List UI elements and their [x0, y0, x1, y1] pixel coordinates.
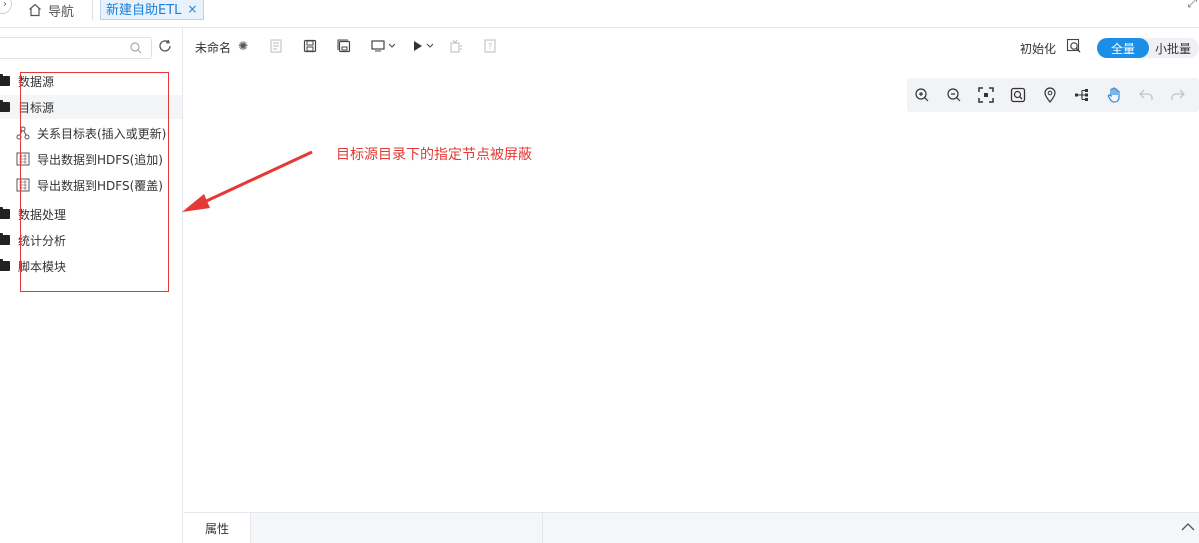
locate-icon[interactable]	[1041, 86, 1059, 104]
tab-new-etl-label: 新建自助ETL	[106, 3, 182, 18]
auto-layout-icon[interactable]	[1073, 86, 1091, 104]
canvas-controls	[907, 78, 1199, 112]
tree-folder-target[interactable]: 目标源	[0, 95, 182, 119]
folder-icon	[0, 207, 10, 219]
tree-item-relation-target[interactable]: 关系目标表(插入或更新)	[0, 121, 183, 145]
folder-icon	[0, 74, 10, 86]
bottom-tab-empty	[251, 513, 543, 543]
folder-open-icon	[0, 100, 10, 112]
tree-item-label: 数据源	[18, 74, 55, 89]
mode-toggle[interactable]: 全量 小批量	[1097, 38, 1199, 58]
etl-app: › 导航 新建自助ETL × ⤢ 数据源 目标源 关系目标表(插入或更新) 导出…	[0, 0, 1199, 543]
actual-size-icon[interactable]	[1009, 86, 1027, 104]
help-icon[interactable]: ?	[482, 38, 498, 54]
init-label: 初始化	[1020, 42, 1057, 56]
svg-text:?: ?	[488, 42, 492, 51]
annotation-arrow	[182, 150, 313, 212]
debug-icon[interactable]	[448, 38, 464, 54]
run-dropdown-icon[interactable]	[411, 38, 437, 54]
fit-view-icon[interactable]	[977, 86, 995, 104]
tree-item-label: 导出数据到HDFS(覆盖)	[37, 178, 163, 193]
tree-item-label: 导出数据到HDFS(追加)	[37, 152, 163, 167]
search-icon[interactable]	[129, 41, 143, 55]
zoom-in-icon[interactable]	[913, 86, 931, 104]
save-as-icon[interactable]	[336, 38, 352, 54]
folder-icon	[0, 259, 10, 271]
hdfs-icon	[16, 152, 30, 166]
chevron-up-icon[interactable]	[1181, 521, 1195, 535]
tree-item-hdfs-overwrite[interactable]: 导出数据到HDFS(覆盖)	[0, 173, 183, 197]
close-icon[interactable]: ×	[187, 2, 197, 16]
properties-doc-icon[interactable]	[268, 38, 284, 54]
tab-divider	[92, 0, 93, 20]
mode-small-batch-button[interactable]: 小批量	[1155, 38, 1191, 58]
undo-icon[interactable]	[1137, 86, 1155, 104]
save-icon[interactable]	[302, 38, 318, 54]
tree-item-label: 目标源	[18, 100, 55, 115]
init-search-icon[interactable]	[1066, 38, 1082, 57]
fullscreen-icon[interactable]: ⤢	[1187, 0, 1197, 11]
tree-item-hdfs-append[interactable]: 导出数据到HDFS(追加)	[0, 147, 183, 171]
editor-toolbar: 未命名 ✺ ? 初始化 全量 小批量	[184, 28, 1199, 64]
zoom-out-icon[interactable]	[945, 86, 963, 104]
search-input[interactable]	[0, 37, 152, 59]
home-icon	[29, 3, 41, 17]
component-sidebar: 数据源 目标源 关系目标表(插入或更新) 导出数据到HDFS(追加) 导出数据到…	[0, 28, 183, 543]
hand-pan-icon[interactable]	[1105, 86, 1123, 104]
tree-folder-processing[interactable]: 数据处理	[0, 202, 183, 226]
hdfs-icon	[16, 178, 30, 192]
tree-folder-scripts[interactable]: 脚本模块	[0, 254, 183, 278]
tree-folder-statistics[interactable]: 统计分析	[0, 228, 183, 252]
settings-icon[interactable]: ✺	[238, 39, 248, 53]
relation-icon	[16, 126, 30, 140]
tree-item-label: 数据处理	[18, 207, 67, 222]
refresh-icon[interactable]	[157, 38, 173, 54]
mode-full-button[interactable]: 全量	[1097, 38, 1149, 58]
tree-folder-datasource[interactable]: 数据源	[0, 69, 183, 93]
tab-navigation-label: 导航	[48, 4, 75, 20]
tree-item-label: 关系目标表(插入或更新)	[37, 126, 167, 141]
tab-navigation[interactable]: 导航	[28, 0, 74, 20]
folder-icon	[0, 233, 10, 245]
design-canvas[interactable]: 目标源目录下的指定节点被屏蔽	[182, 64, 1199, 512]
tree-item-label: 脚本模块	[18, 259, 67, 274]
annotation-text: 目标源目录下的指定节点被屏蔽	[336, 147, 532, 163]
tab-new-etl[interactable]: 新建自助ETL ×	[100, 0, 205, 20]
properties-tab[interactable]: 属性	[184, 513, 251, 543]
tree-item-label: 统计分析	[18, 233, 67, 248]
bottom-panel: 属性	[184, 512, 1199, 543]
tab-scroll-right-icon[interactable]: ›	[0, 0, 12, 14]
preview-dropdown-icon[interactable]	[370, 38, 398, 54]
tab-bar: › 导航 新建自助ETL × ⤢	[0, 0, 1199, 28]
flow-title[interactable]: 未命名	[195, 39, 231, 56]
redo-icon[interactable]	[1169, 86, 1187, 104]
